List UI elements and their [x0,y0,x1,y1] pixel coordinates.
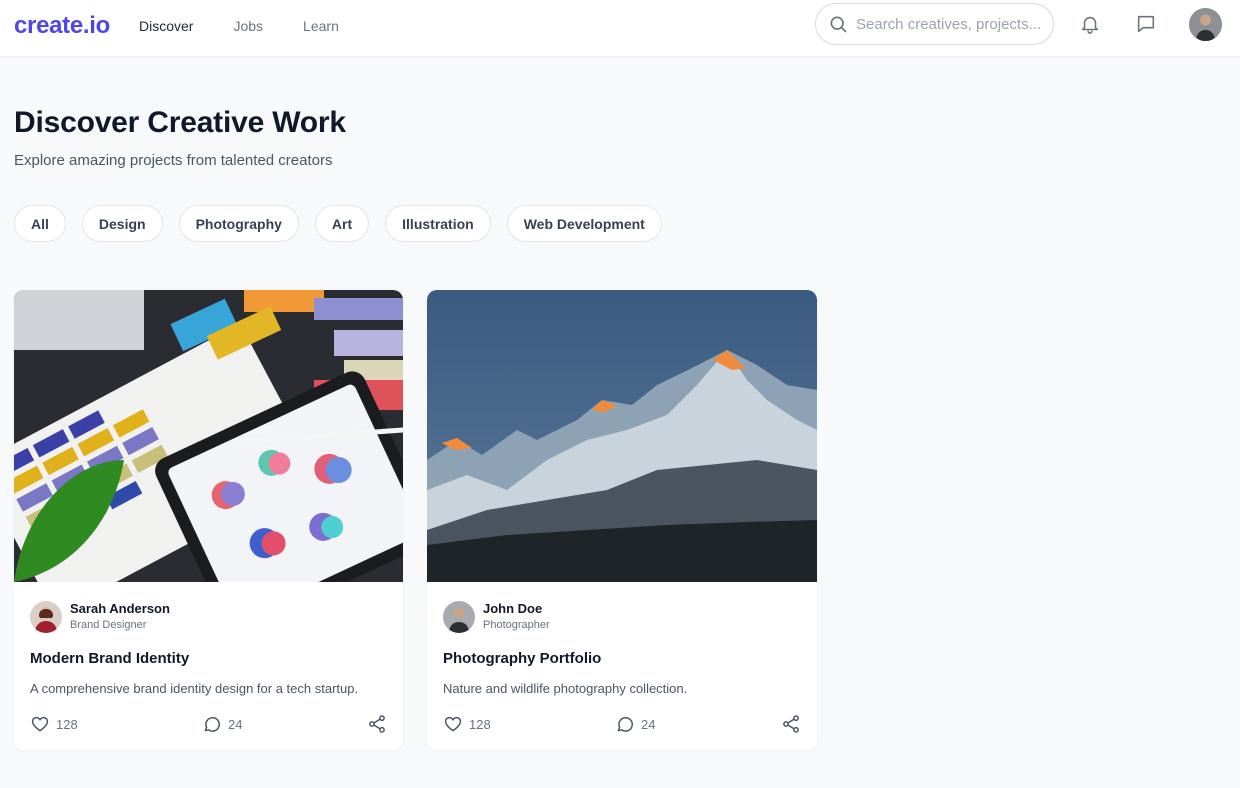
project-thumbnail-image[interactable] [427,290,817,582]
category-filters: All Design Photography Art Illustration … [14,205,678,242]
comment-icon [617,717,633,732]
project-card[interactable]: John Doe Photographer Photography Portfo… [427,290,817,750]
search-box[interactable] [815,3,1054,45]
comment-count: 24 [641,716,656,732]
heart-icon [444,716,462,732]
bell-icon [1081,16,1099,34]
like-button[interactable]: 128 [443,714,491,734]
nav-discover[interactable]: Discover [139,18,193,34]
comment-icon [204,717,220,732]
nav-jobs[interactable]: Jobs [233,18,263,34]
author-role: Brand Designer [70,619,147,631]
author-avatar[interactable] [443,601,475,633]
notifications-button[interactable] [1078,12,1102,36]
search-icon [830,16,847,33]
project-thumbnail-image[interactable] [14,290,403,582]
comment-button[interactable]: 24 [202,714,242,734]
filter-web-development[interactable]: Web Development [506,205,662,242]
filter-illustration[interactable]: Illustration [385,205,491,242]
project-title[interactable]: Photography Portfolio [443,650,601,667]
author-name[interactable]: John Doe [483,600,550,617]
author-role: Photographer [483,619,550,631]
filter-art[interactable]: Art [314,205,370,242]
page-title: Discover Creative Work [14,106,346,139]
project-description: A comprehensive brand identity design fo… [30,681,359,696]
page-subtitle: Explore amazing projects from talented c… [14,152,333,169]
author-info[interactable]: Sarah Anderson Brand Designer [30,600,170,634]
author-name[interactable]: Sarah Anderson [70,600,170,617]
share-icon [783,715,799,733]
project-card[interactable]: Sarah Anderson Brand Designer Modern Bra… [14,290,403,750]
like-count: 128 [469,716,491,732]
heart-icon [31,716,49,732]
search-input[interactable] [856,15,1046,33]
like-button[interactable]: 128 [30,714,78,734]
user-avatar[interactable] [1189,8,1222,41]
author-avatar[interactable] [30,601,62,633]
share-icon [369,715,385,733]
filter-photography[interactable]: Photography [178,205,299,242]
project-title[interactable]: Modern Brand Identity [30,650,189,667]
top-navigation-bar: create.io Discover Jobs Learn [0,0,1240,57]
filter-design[interactable]: Design [81,205,163,242]
filter-all[interactable]: All [14,205,66,242]
like-count: 128 [56,716,78,732]
message-icon [1137,15,1155,33]
author-info[interactable]: John Doe Photographer [443,600,550,634]
comment-count: 24 [228,716,243,732]
comment-button[interactable]: 24 [615,714,655,734]
share-button[interactable] [367,714,387,739]
logo[interactable]: create.io [14,12,110,40]
nav-learn[interactable]: Learn [303,18,339,34]
share-button[interactable] [781,714,801,739]
project-description: Nature and wildlife photography collecti… [443,681,688,696]
messages-button[interactable] [1134,12,1158,36]
main-nav: Discover Jobs Learn [139,18,379,34]
